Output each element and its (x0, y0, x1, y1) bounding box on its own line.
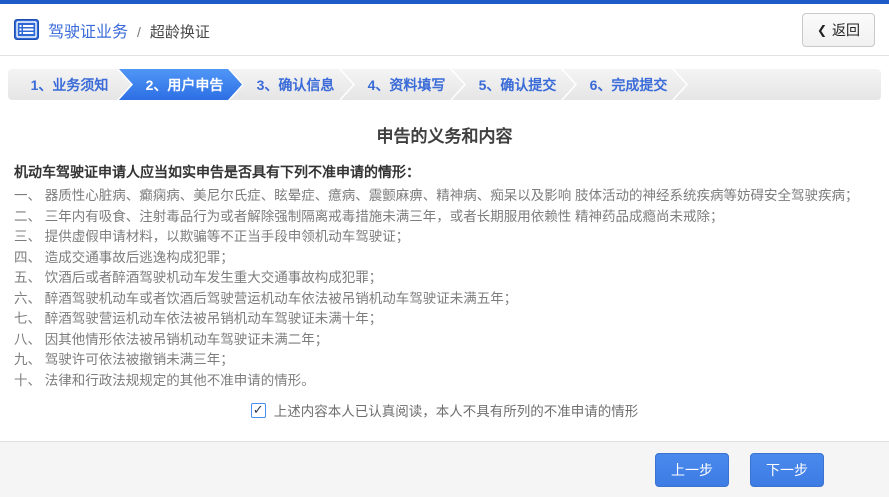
declaration-item: 四、 造成交通事故后逃逸构成犯罪； (14, 248, 875, 269)
wizard-step-label: 5、确认提交 (479, 75, 557, 95)
declaration-item: 一、 器质性心脏病、癫痫病、美尼尔氏症、眩晕症、癔病、震颤麻痹、精神病、痴呆以及… (14, 186, 875, 207)
declaration-checkbox[interactable]: ✓ (251, 403, 266, 418)
declaration-intro: 机动车驾驶证申请人应当如实申告是否具有下列不准申请的情形： (14, 162, 875, 183)
confirm-row: ✓ 上述内容本人已认真阅读，本人不具有所列的不准申请的情形 (14, 400, 875, 420)
wizard-step-label: 4、资料填写 (368, 75, 446, 95)
breadcrumb: 驾驶证业务 / 超龄换证 (48, 18, 210, 42)
check-icon: ✓ (253, 403, 264, 416)
wizard-step-2-active: 2、用户申告 (119, 69, 242, 100)
wizard-step-label: 1、业务须知 (31, 75, 109, 95)
list-form-icon (14, 19, 39, 40)
declaration-item: 六、 醉酒驾驶机动车或者饮酒后驾驶营运机动车依法被吊销机动车驾驶证未满五年； (14, 289, 875, 310)
next-step-button[interactable]: 下一步 (750, 453, 824, 487)
declaration-content: 申告的义务和内容 机动车驾驶证申请人应当如实申告是否具有下列不准申请的情形： 一… (0, 122, 889, 420)
wizard-filler (674, 69, 881, 100)
wizard-step-1: 1、业务须知 (8, 69, 131, 100)
declaration-item: 二、 三年内有吸食、注射毒品行为或者解除强制隔离戒毒措施未满三年，或者长期服用依… (14, 207, 875, 228)
wizard-step-4: 4、资料填写 (341, 69, 464, 100)
step-wizard: 1、业务须知 2、用户申告 3、确认信息 4、资料填写 5、确认提交 6、完成提… (8, 69, 881, 100)
wizard-step-label: 3、确认信息 (257, 75, 335, 95)
declaration-list: 一、 器质性心脏病、癫痫病、美尼尔氏症、眩晕症、癔病、震颤麻痹、精神病、痴呆以及… (14, 186, 875, 391)
back-button[interactable]: ❮ 返回 (802, 13, 875, 47)
breadcrumb-root-link[interactable]: 驾驶证业务 (48, 18, 128, 42)
chevron-left-icon: ❮ (817, 23, 827, 37)
breadcrumb-current: 超龄换证 (150, 21, 210, 42)
footer: 上一步 下一步 (0, 441, 889, 497)
declaration-checkbox-label[interactable]: 上述内容本人已认真阅读，本人不具有所列的不准申请的情形 (274, 400, 639, 420)
page: 驾驶证业务 / 超龄换证 ❮ 返回 1、业务须知 2、用户申告 3、确认信息 4… (0, 0, 889, 497)
declaration-item: 八、 因其他情形依法被吊销机动车驾驶证未满二年； (14, 330, 875, 351)
previous-step-button[interactable]: 上一步 (655, 453, 729, 487)
declaration-item: 七、 醉酒驾驶营运机动车依法被吊销机动车驾驶证未满十年； (14, 309, 875, 330)
declaration-item: 十、 法律和行政法规规定的其他不准申请的情形。 (14, 371, 875, 392)
wizard-step-label: 2、用户申告 (146, 75, 224, 95)
wizard-step-3: 3、确认信息 (230, 69, 353, 100)
header: 驾驶证业务 / 超龄换证 ❮ 返回 (0, 4, 889, 56)
wizard-step-label: 6、完成提交 (590, 75, 668, 95)
wizard-step-5: 5、确认提交 (452, 69, 575, 100)
back-button-label: 返回 (832, 20, 860, 40)
declaration-item: 五、 饮酒后或者醉酒驾驶机动车发生重大交通事故构成犯罪； (14, 268, 875, 289)
declaration-item: 九、 驾驶许可依法被撤销未满三年； (14, 350, 875, 371)
breadcrumb-separator: / (137, 24, 141, 40)
wizard-step-6: 6、完成提交 (563, 69, 686, 100)
declaration-item: 三、 提供虚假申请材料，以欺骗等不正当手段申领机动车驾驶证； (14, 227, 875, 248)
page-title: 申告的义务和内容 (14, 122, 875, 147)
